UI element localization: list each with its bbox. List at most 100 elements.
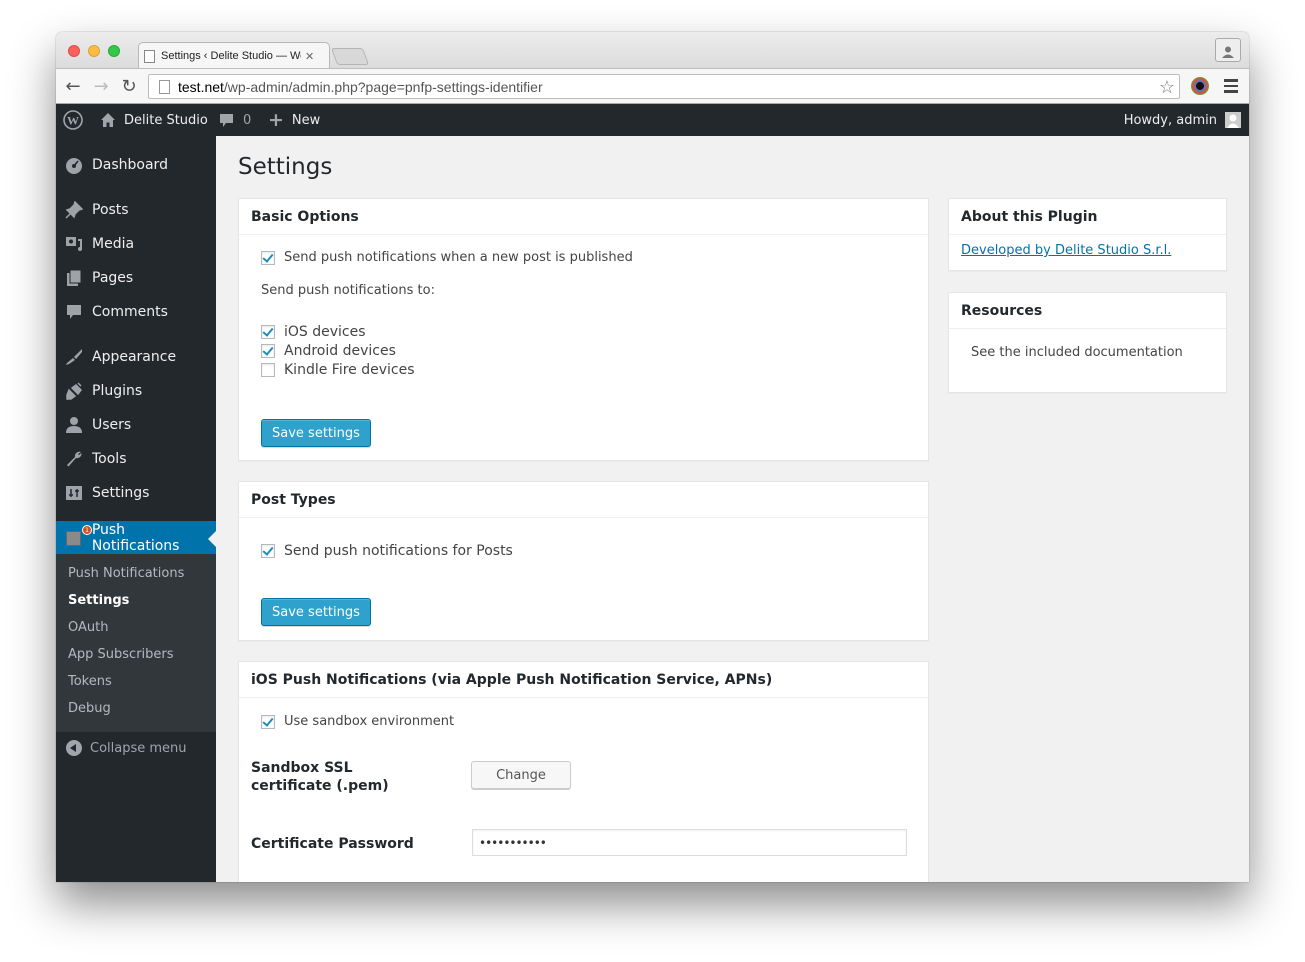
url-path: /wp-admin/admin.php?page=pnfp-settings-i…	[223, 78, 543, 95]
certificate-password-input[interactable]: •••••••••••	[472, 829, 907, 856]
sidebar-item-label: Tools	[92, 451, 127, 467]
user-icon	[64, 415, 84, 435]
page-title: Settings	[238, 154, 333, 180]
site-name-link[interactable]: Delite Studio	[100, 104, 208, 136]
admin-sidebar: Dashboard Posts Media Pages Comments App…	[56, 136, 216, 882]
sandbox-option[interactable]: Use sandbox environment	[261, 714, 454, 729]
sandbox-checkbox[interactable]	[261, 714, 275, 729]
new-content-link[interactable]: + New	[268, 104, 320, 136]
about-plugin-title: About this Plugin	[949, 199, 1226, 235]
sidebar-item-plugins[interactable]: Plugins	[56, 374, 216, 408]
sidebar-item-label: Pages	[92, 270, 134, 286]
browser-menu-icon[interactable]	[1224, 79, 1238, 96]
howdy-greeting: Howdy, admin	[1123, 112, 1217, 128]
back-button[interactable]: ←	[62, 75, 84, 97]
send-on-publish-label: Send push notifications when a new post …	[284, 250, 633, 265]
send-on-publish-checkbox[interactable]	[261, 250, 275, 265]
zoom-window-button[interactable]	[108, 45, 120, 57]
svg-text:W: W	[67, 114, 79, 128]
sidebar-item-label: Appearance	[92, 349, 177, 365]
comments-link[interactable]: 0	[219, 104, 251, 136]
sidebar-item-label: Plugins	[92, 383, 143, 399]
minimize-window-button[interactable]	[88, 45, 100, 57]
home-icon	[101, 113, 115, 127]
post-types-title: Post Types	[239, 482, 928, 518]
save-post-types-button[interactable]: Save settings	[261, 598, 371, 626]
developer-link[interactable]: Developed by Delite Studio S.r.l.	[961, 243, 1171, 258]
close-window-button[interactable]	[68, 45, 80, 57]
plus-icon: +	[268, 109, 284, 131]
forward-button[interactable]: →	[90, 76, 112, 97]
collapse-menu-label: Collapse menu	[90, 740, 187, 756]
submenu-item-tokens[interactable]: Tokens	[68, 674, 112, 689]
basic-options-title: Basic Options	[239, 199, 928, 235]
send-on-publish-option[interactable]: Send push notifications when a new post …	[261, 250, 633, 265]
sidebar-item-comments[interactable]: Comments	[56, 295, 216, 329]
submenu-item-push-notifications[interactable]: Push Notifications	[68, 566, 184, 581]
sidebar-item-label: Media	[92, 236, 135, 252]
resources-title: Resources	[949, 293, 1226, 329]
kindle-devices-checkbox[interactable]	[261, 363, 275, 377]
submenu-item-debug[interactable]: Debug	[68, 701, 111, 716]
kindle-devices-label: Kindle Fire devices	[284, 362, 415, 378]
media-icon	[64, 234, 84, 254]
profile-button[interactable]	[1215, 38, 1241, 62]
posts-checkbox[interactable]	[261, 544, 275, 558]
address-bar[interactable]: test.net/wp-admin/admin.php?page=pnfp-se…	[148, 74, 1180, 99]
close-tab-icon[interactable]: ✕	[305, 50, 314, 63]
comments-count: 0	[243, 112, 252, 128]
submenu-item-settings[interactable]: Settings	[68, 593, 129, 608]
sidebar-item-label: Users	[92, 417, 132, 433]
sidebar-item-dashboard[interactable]: Dashboard	[56, 148, 216, 182]
wordpress-logo-icon[interactable]: W	[63, 104, 83, 136]
dashboard-icon	[64, 155, 84, 175]
comment-bubble-icon	[220, 113, 233, 127]
submenu-item-app-subscribers[interactable]: App Subscribers	[68, 647, 174, 662]
plugin-icon	[64, 381, 84, 401]
sidebar-item-pages[interactable]: Pages	[56, 261, 216, 295]
pin-icon	[64, 200, 84, 220]
wp-admin-bar: W Delite Studio 0 + New Howdy, admin	[56, 104, 1249, 136]
person-icon	[1222, 46, 1234, 58]
resources-text: See the included documentation	[971, 345, 1183, 360]
sidebar-item-media[interactable]: Media	[56, 227, 216, 261]
sidebar-item-posts[interactable]: Posts	[56, 193, 216, 227]
android-devices-checkbox[interactable]	[261, 344, 275, 358]
comment-icon	[64, 302, 84, 322]
submenu-item-oauth[interactable]: OAuth	[68, 620, 108, 635]
save-settings-button[interactable]: Save settings	[261, 419, 371, 447]
change-certificate-button[interactable]: Change	[471, 761, 571, 789]
wrench-icon	[64, 449, 84, 469]
reload-button[interactable]: ↻	[118, 76, 140, 97]
arrow-left-icon: ←	[65, 75, 81, 97]
bookmark-star-icon[interactable]: ☆	[1159, 77, 1175, 97]
sidebar-item-appearance[interactable]: Appearance	[56, 340, 216, 374]
collapse-arrow-icon	[66, 740, 82, 756]
push-notifications-icon: 1	[64, 525, 92, 548]
kindle-devices-option[interactable]: Kindle Fire devices	[261, 362, 415, 378]
main-content: Settings Basic Options Send push notific…	[216, 136, 1249, 882]
sandbox-label: Use sandbox environment	[284, 714, 455, 729]
sidebar-item-tools[interactable]: Tools	[56, 442, 216, 476]
android-devices-option[interactable]: Android devices	[261, 343, 396, 359]
page-icon	[159, 79, 170, 94]
document-icon	[144, 49, 155, 63]
post-types-box: Post Types Send push notifications for P…	[238, 481, 929, 641]
browser-tab-content[interactable]: Settings ‹ Delite Studio — WordPress ✕	[144, 44, 324, 68]
new-tab-button[interactable]	[330, 48, 370, 65]
ios-push-title: iOS Push Notifications (via Apple Push N…	[239, 662, 928, 698]
sidebar-item-users[interactable]: Users	[56, 408, 216, 442]
sidebar-item-settings[interactable]: Settings	[56, 476, 216, 510]
extension-icon[interactable]	[1191, 77, 1209, 95]
posts-option[interactable]: Send push notifications for Posts	[261, 543, 513, 559]
collapse-menu-button[interactable]: Collapse menu	[66, 740, 187, 756]
ios-devices-checkbox[interactable]	[261, 325, 275, 339]
tab-title: Settings ‹ Delite Studio — WordPress	[161, 50, 301, 62]
my-account-link[interactable]: Howdy, admin	[1124, 104, 1241, 136]
settings-icon	[64, 483, 84, 503]
pages-icon	[64, 268, 84, 288]
ios-devices-option[interactable]: iOS devices	[261, 324, 366, 340]
sidebar-item-push-notifications[interactable]: 1 Push Notifications	[56, 521, 216, 555]
paintbrush-icon	[64, 347, 84, 367]
sidebar-item-label: Settings	[92, 485, 150, 501]
